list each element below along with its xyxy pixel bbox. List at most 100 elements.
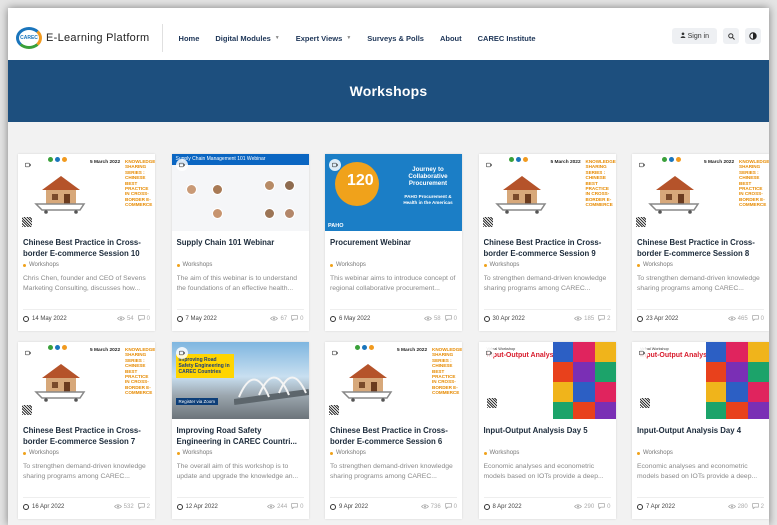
pattern-block (726, 382, 748, 402)
card-title[interactable]: Chinese Best Practice in Cross-border E-… (23, 426, 150, 447)
eye-icon (574, 503, 583, 511)
thumb-paho-subtitle: PAHO Procurement & Health in the America… (403, 194, 453, 205)
menu-about[interactable]: About (440, 34, 462, 43)
pattern-block (552, 382, 573, 402)
card-category-label: Workshops (643, 262, 673, 268)
workshop-card[interactable]: Improving Road Safety Engineering in CAR… (171, 342, 309, 519)
card-date: 6 May 2022 (330, 316, 370, 322)
workshop-card[interactable]: 5 March 2022 KNOWLEDGE SHARING SERIES : … (478, 154, 616, 331)
menu-home[interactable]: Home (179, 34, 200, 43)
workshop-grid: 5 March 2022 KNOWLEDGE SHARING SERIES : … (18, 154, 769, 519)
carec-logo-icon: CAREC (16, 27, 42, 49)
workshop-card[interactable]: Virtual Workshop Input-Output Analysis I… (478, 342, 616, 519)
card-date: 7 Apr 2022 (637, 504, 675, 510)
card-category[interactable]: Workshops (637, 262, 764, 268)
card-category[interactable]: Workshops (483, 262, 611, 268)
eye-icon (727, 315, 736, 323)
workshop-card[interactable]: 5 March 2022 KNOWLEDGE SHARING SERIES : … (18, 342, 155, 519)
pattern-block (748, 362, 769, 382)
card-stats: 290 0 (572, 503, 611, 511)
thumb-series-text: KNOWLEDGE SHARING SERIES : CHINESE BEST … (739, 159, 769, 208)
thumbnail-ecommerce: 5 March 2022 KNOWLEDGE SHARING SERIES : … (18, 154, 155, 231)
pattern-block (594, 402, 616, 419)
card-title[interactable]: Improving Road Safety Engineering in CAR… (177, 426, 304, 447)
menu-expert-views[interactable]: Expert Views ▼ (296, 34, 352, 43)
thumb-series-text: KNOWLEDGE SHARING SERIES : CHINESE BEST … (585, 159, 616, 208)
card-category[interactable]: Workshops (176, 262, 304, 268)
thumbnail-road-safety: Improving Road Safety Engineering in CAR… (171, 342, 309, 419)
card-category[interactable]: Workshops (176, 450, 304, 456)
video-play-icon (22, 347, 34, 359)
menu-digital-modules[interactable]: Digital Modules ▼ (215, 34, 279, 43)
contrast-icon (749, 27, 757, 45)
site-logo[interactable]: CAREC E-Learning Platform (16, 27, 150, 49)
workshop-card[interactable]: 5 March 2022 KNOWLEDGE SHARING SERIES : … (632, 154, 769, 331)
workshop-card[interactable]: Supply Chain Management 101 Webinar Supp… (171, 154, 309, 331)
eye-icon (574, 315, 583, 323)
menu-surveys-polls-label: Surveys & Polls (367, 33, 424, 43)
card-category[interactable]: Workshops (23, 450, 150, 456)
card-meta: 12 Apr 2022 244 0 (176, 502, 304, 512)
nav-divider (161, 24, 163, 52)
comment-icon (291, 315, 298, 323)
card-meta: 7 May 2022 67 0 (176, 314, 304, 324)
menu-home-label: Home (178, 33, 200, 43)
clock-icon (330, 504, 336, 510)
card-description: To strengthen demand-driven knowledge sh… (330, 463, 453, 480)
category-dot-icon (330, 263, 333, 267)
eye-icon (116, 315, 125, 323)
card-description: The aim of this webinar is to understand… (176, 275, 298, 292)
menu-surveys-polls[interactable]: Surveys & Polls (367, 34, 424, 43)
card-views: 280 (737, 504, 748, 510)
card-title[interactable]: Chinese Best Practice in Cross-border E-… (484, 238, 611, 259)
category-dot-icon (637, 451, 640, 455)
card-stats: 532 2 (112, 503, 150, 511)
card-title[interactable]: Supply Chain 101 Webinar (177, 238, 304, 259)
card-date-label: 16 Apr 2022 (32, 504, 65, 510)
card-category[interactable]: Workshops (330, 450, 457, 456)
speaker-avatar (185, 184, 197, 195)
card-stats: 244 0 (265, 503, 304, 511)
video-play-icon (175, 159, 188, 171)
card-title[interactable]: Input-Output Analysis Day 5 (484, 426, 611, 447)
clock-icon (483, 316, 490, 322)
card-category[interactable]: Workshops (330, 262, 457, 268)
pattern-block (572, 402, 595, 419)
card-title[interactable]: Chinese Best Practice in Cross-border E-… (330, 426, 457, 447)
theme-toggle-button[interactable] (745, 28, 761, 44)
sign-in-button[interactable]: Sign in (671, 28, 717, 44)
house-cart-illustration (34, 364, 86, 402)
card-title[interactable]: Chinese Best Practice in Cross-border E-… (23, 238, 150, 259)
card-views: 290 (584, 504, 595, 510)
card-meta: 6 May 2022 58 0 (330, 314, 457, 324)
menu-about-label: About (439, 33, 462, 43)
category-dot-icon (23, 263, 26, 267)
card-category-label: Workshops (336, 450, 366, 456)
card-comments: 0 (146, 316, 150, 322)
card-comments: 0 (607, 504, 611, 510)
category-dot-icon (483, 263, 487, 267)
thumbnail-supply-chain: Supply Chain Management 101 Webinar (171, 154, 309, 231)
card-comments: 2 (607, 316, 611, 322)
search-button[interactable] (723, 28, 739, 44)
paho-120-mark: 120 (347, 172, 374, 189)
card-category[interactable]: Workshops (637, 450, 764, 456)
card-divider (483, 497, 611, 498)
eye-icon (270, 315, 279, 323)
thumb-io-title: Input-Output Analysis (640, 352, 713, 359)
workshop-card[interactable]: 120 Journey to Collaborative Procurement… (325, 154, 462, 331)
workshop-card[interactable]: Virtual Workshop Input-Output Analysis I… (632, 342, 769, 519)
workshop-card[interactable]: 5 March 2022 KNOWLEDGE SHARING SERIES : … (325, 342, 462, 519)
thumbnail-ecommerce: 5 March 2022 KNOWLEDGE SHARING SERIES : … (325, 342, 462, 419)
workshop-card[interactable]: 5 March 2022 KNOWLEDGE SHARING SERIES : … (18, 154, 155, 331)
menu-carec-institute[interactable]: CAREC Institute (478, 34, 536, 43)
card-divider (637, 309, 764, 310)
category-dot-icon (483, 451, 487, 455)
card-title[interactable]: Input-Output Analysis Day 4 (637, 426, 764, 447)
card-category[interactable]: Workshops (483, 450, 611, 456)
brand-name: E-Learning Platform (46, 32, 150, 44)
pattern-block (572, 382, 595, 402)
card-title[interactable]: Chinese Best Practice in Cross-border E-… (637, 238, 764, 259)
card-category[interactable]: Workshops (23, 262, 150, 268)
card-title[interactable]: Procurement Webinar (330, 238, 457, 259)
